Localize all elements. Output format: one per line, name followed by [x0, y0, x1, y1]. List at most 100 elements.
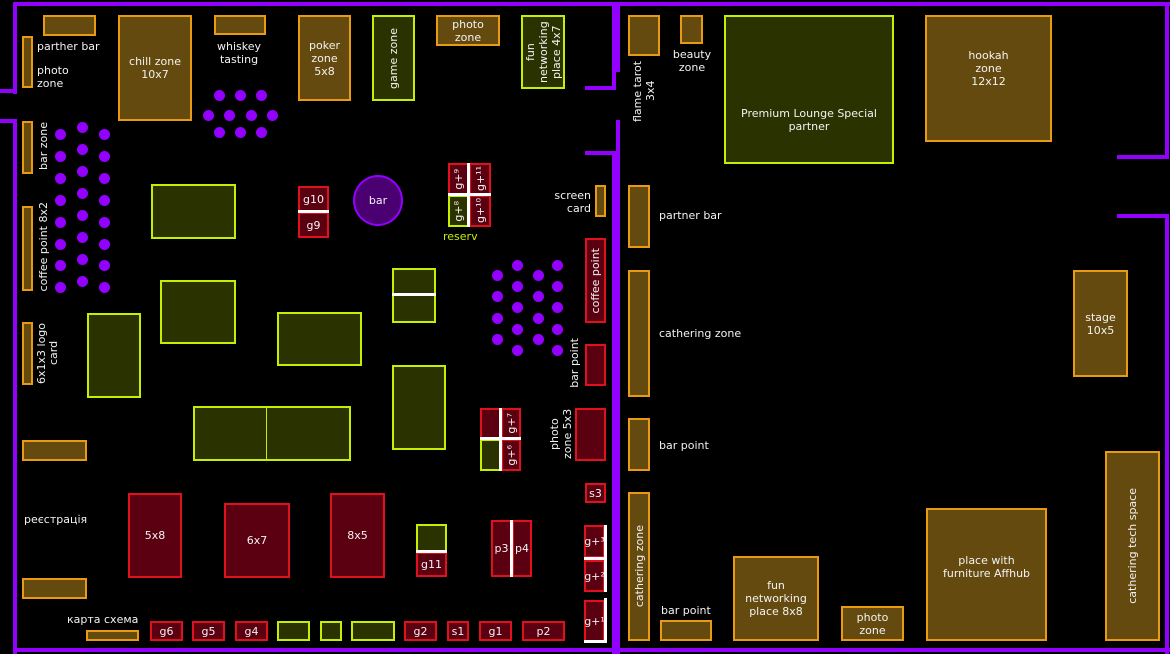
table-g2[interactable]: g2 [404, 621, 437, 641]
coffee-point[interactable]: coffee point [585, 238, 606, 323]
table[interactable] [320, 621, 342, 641]
seat-dot [55, 195, 66, 206]
green-zone[interactable] [151, 184, 236, 239]
zone-8x5[interactable]: 8x5 [330, 493, 385, 578]
cathering-tech-space[interactable]: cathering tech space [1105, 451, 1160, 641]
table-g+9[interactable]: g+⁹ [448, 163, 469, 195]
divider [266, 408, 267, 459]
green-zone[interactable] [392, 365, 446, 450]
table-label: g+¹⁰ [473, 198, 487, 224]
photo-zone-top[interactable]: photo zone [436, 15, 500, 46]
partner-bar-label: partner bar [659, 209, 722, 222]
seat-dot [77, 144, 88, 155]
table-s3[interactable]: s3 [585, 483, 606, 503]
green-zone[interactable] [160, 280, 236, 344]
table-g+1[interactable]: g+¹ [584, 600, 605, 642]
table-label: g9 [306, 218, 321, 232]
seat-dot [55, 129, 66, 140]
flame-tarot[interactable] [628, 15, 660, 56]
table[interactable] [351, 621, 395, 641]
table-g5[interactable]: g5 [192, 621, 225, 641]
coffee-point-8x2[interactable] [22, 206, 33, 291]
divider [584, 557, 605, 560]
registration-desk-1[interactable] [22, 440, 87, 461]
photo-zone-top-label: photo zone [452, 17, 484, 44]
table-g+11[interactable]: g+¹¹ [469, 163, 491, 195]
table[interactable] [480, 439, 501, 471]
zone-5x8[interactable]: 5x8 [128, 493, 182, 578]
fun-networking-8x8[interactable]: fun networking place 8x8 [733, 556, 819, 641]
bar-zone[interactable] [22, 121, 33, 174]
chill-zone[interactable]: chill zone 10x7 [118, 15, 192, 121]
table-p4[interactable]: p4 [512, 520, 532, 577]
hookah-zone[interactable]: hookah zone 12x12 [925, 15, 1052, 142]
fun-networking-8x8-label: fun networking place 8x8 [745, 579, 807, 618]
partner-bar[interactable] [628, 185, 650, 248]
cathering-zone[interactable] [628, 270, 650, 397]
table-g4[interactable]: g4 [235, 621, 268, 641]
seat-dot [256, 127, 267, 138]
poker-zone[interactable]: poker zone 5x8 [298, 15, 351, 101]
table-g+10[interactable]: g+¹⁰ [469, 195, 491, 227]
table[interactable] [480, 408, 501, 439]
seat-dot [55, 239, 66, 250]
table-p3[interactable]: p3 [491, 520, 512, 577]
registration-desk-2[interactable] [22, 578, 87, 599]
table-g10[interactable]: g10 [298, 186, 329, 212]
table-g6[interactable]: g6 [150, 621, 183, 641]
divider [392, 293, 436, 296]
seat-dot [99, 129, 110, 140]
seat-dot [77, 254, 88, 265]
stage[interactable]: stage 10x5 [1073, 270, 1128, 377]
bar-point-right-label: bar point [659, 439, 709, 452]
coffee-point-8x2-label: coffee point 8x2 [37, 202, 50, 292]
logo-card[interactable] [22, 322, 33, 385]
whiskey-zone[interactable] [214, 15, 266, 35]
chill-zone-label: chill zone 10x7 [129, 55, 181, 81]
table[interactable] [277, 621, 310, 641]
green-zone[interactable] [193, 406, 351, 461]
premium-lounge-label: Premium Lounge Special partner [741, 106, 877, 133]
table[interactable] [416, 524, 447, 552]
furniture-affhub[interactable]: place with furniture Affhub [926, 508, 1047, 641]
seat-dot [533, 313, 544, 324]
table-g1[interactable]: g1 [479, 621, 512, 641]
photo-zone-left[interactable] [22, 36, 33, 88]
photo-zone-5x3[interactable] [575, 408, 606, 461]
bar-point-right[interactable] [628, 418, 650, 471]
table-s1[interactable]: s1 [447, 621, 469, 641]
table-label: s1 [451, 624, 465, 638]
seat-dot [552, 260, 563, 271]
zone-6x7[interactable]: 6x7 [224, 503, 290, 578]
photo-zone-right[interactable]: photo zone [841, 606, 904, 641]
seat-dot [55, 282, 66, 293]
cathering-zone-bottom[interactable]: cathering zone [628, 492, 650, 641]
bar-point-bottom-label: bar point [661, 604, 711, 617]
green-zone[interactable] [87, 313, 141, 398]
bar[interactable]: bar [353, 175, 403, 226]
seat-dot [533, 291, 544, 302]
table-label: g+⁹ [452, 168, 465, 190]
seat-dot [492, 291, 503, 302]
map-board[interactable] [86, 630, 139, 641]
screen-card[interactable] [595, 185, 606, 217]
beauty-zone[interactable] [680, 15, 703, 44]
table-p2[interactable]: p2 [522, 621, 565, 641]
green-zone[interactable] [277, 312, 362, 366]
seat-dot [552, 302, 563, 313]
bar-point[interactable] [585, 344, 606, 386]
table-g+2[interactable]: g+² [584, 560, 605, 592]
premium-lounge[interactable]: Premium Lounge Special partner [724, 15, 894, 164]
table-g+3[interactable]: g+³ [584, 525, 605, 558]
table-g9[interactable]: g9 [298, 212, 329, 238]
table-g+6[interactable]: g+⁶ [501, 439, 521, 471]
bar-point-bottom[interactable] [660, 620, 712, 641]
parther-bar-zone[interactable] [43, 15, 96, 36]
game-zone[interactable]: game zone [372, 15, 415, 101]
fun-networking-4x7[interactable]: fun networking place 4x7 [521, 15, 565, 89]
table-g+8[interactable]: g+⁸ [448, 195, 469, 227]
table-g11[interactable]: g11 [416, 552, 447, 577]
table-g+7[interactable]: g+⁷ [501, 408, 521, 439]
seat-dot [256, 90, 267, 101]
table-label: g+² [584, 569, 605, 583]
